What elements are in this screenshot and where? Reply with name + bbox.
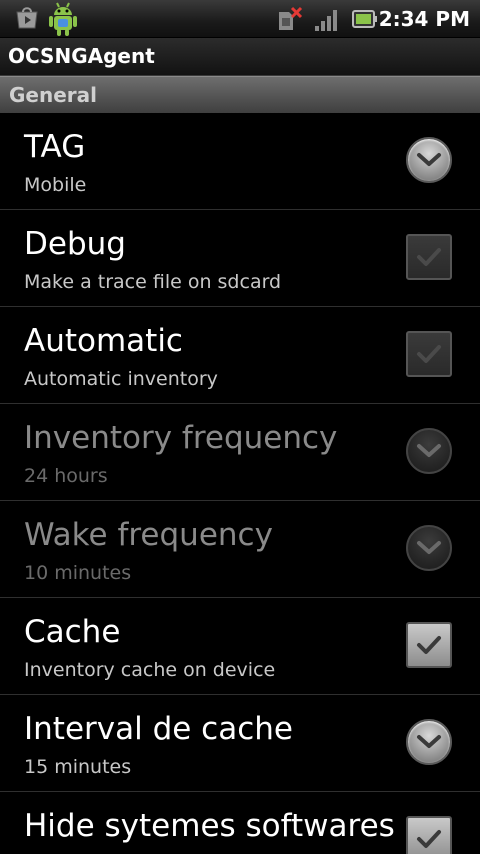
no-sim-icon bbox=[279, 6, 303, 30]
pref-debug[interactable]: Debug Make a trace file on sdcard bbox=[0, 210, 480, 307]
pref-summary: 10 minutes bbox=[24, 562, 132, 584]
chevron-down-icon bbox=[406, 719, 452, 765]
chevron-down-icon bbox=[406, 428, 452, 474]
checkbox-unchecked-icon bbox=[406, 331, 452, 377]
pref-summary: 24 hours bbox=[24, 465, 108, 487]
pref-title: Wake frequency bbox=[24, 517, 273, 553]
chevron-down-icon bbox=[406, 137, 452, 183]
pref-dropdown[interactable] bbox=[406, 137, 454, 185]
category-header: General bbox=[0, 76, 480, 113]
pref-title: Inventory frequency bbox=[24, 420, 338, 456]
category-label: General bbox=[9, 83, 97, 107]
signal-strength-icon bbox=[315, 10, 337, 31]
pref-interval-de-cache[interactable]: Interval de cache 15 minutes bbox=[0, 695, 480, 792]
pref-hide-system-software[interactable]: Hide sytemes softwares bbox=[0, 792, 480, 854]
pref-title: Automatic bbox=[24, 323, 183, 359]
pref-title: Interval de cache bbox=[24, 711, 293, 747]
checkmark-icon bbox=[406, 622, 452, 668]
pref-wake-frequency[interactable]: Wake frequency 10 minutes bbox=[0, 501, 480, 598]
app-title: OCSNGAgent bbox=[8, 44, 155, 68]
pref-summary: Automatic inventory bbox=[24, 368, 218, 390]
android-robot-notification-icon bbox=[49, 2, 77, 36]
chevron-down-icon bbox=[406, 525, 452, 571]
pref-title: Debug bbox=[24, 226, 126, 262]
pref-summary: 15 minutes bbox=[24, 756, 132, 778]
pref-summary: Mobile bbox=[24, 174, 87, 196]
play-store-notification-icon bbox=[16, 7, 38, 29]
pref-inventory-frequency[interactable]: Inventory frequency 24 hours bbox=[0, 404, 480, 501]
pref-title: TAG bbox=[24, 129, 86, 165]
pref-automatic[interactable]: Automatic Automatic inventory bbox=[0, 307, 480, 404]
pref-tag[interactable]: TAG Mobile bbox=[0, 113, 480, 210]
pref-checkbox[interactable] bbox=[406, 331, 454, 379]
pref-summary: Make a trace file on sdcard bbox=[24, 271, 282, 293]
clock: 2:34 PM bbox=[378, 7, 470, 31]
checkbox-unchecked-icon bbox=[406, 234, 452, 280]
pref-dropdown[interactable] bbox=[406, 719, 454, 767]
title-bar: OCSNGAgent bbox=[0, 38, 480, 76]
pref-dropdown[interactable] bbox=[406, 525, 454, 573]
pref-title: Cache bbox=[24, 614, 121, 650]
pref-checkbox[interactable] bbox=[406, 234, 454, 282]
pref-summary: Inventory cache on device bbox=[24, 659, 276, 681]
pref-checkbox[interactable] bbox=[406, 622, 454, 670]
battery-icon bbox=[352, 10, 377, 28]
pref-dropdown[interactable] bbox=[406, 428, 454, 476]
checkmark-icon bbox=[406, 816, 452, 854]
pref-cache[interactable]: Cache Inventory cache on device bbox=[0, 598, 480, 695]
preferences-list: TAG Mobile Debug Make a trace file on sd… bbox=[0, 113, 480, 854]
status-bar: 2:34 PM bbox=[0, 0, 480, 38]
pref-title: Hide sytemes softwares bbox=[24, 808, 395, 844]
pref-checkbox[interactable] bbox=[406, 816, 454, 854]
